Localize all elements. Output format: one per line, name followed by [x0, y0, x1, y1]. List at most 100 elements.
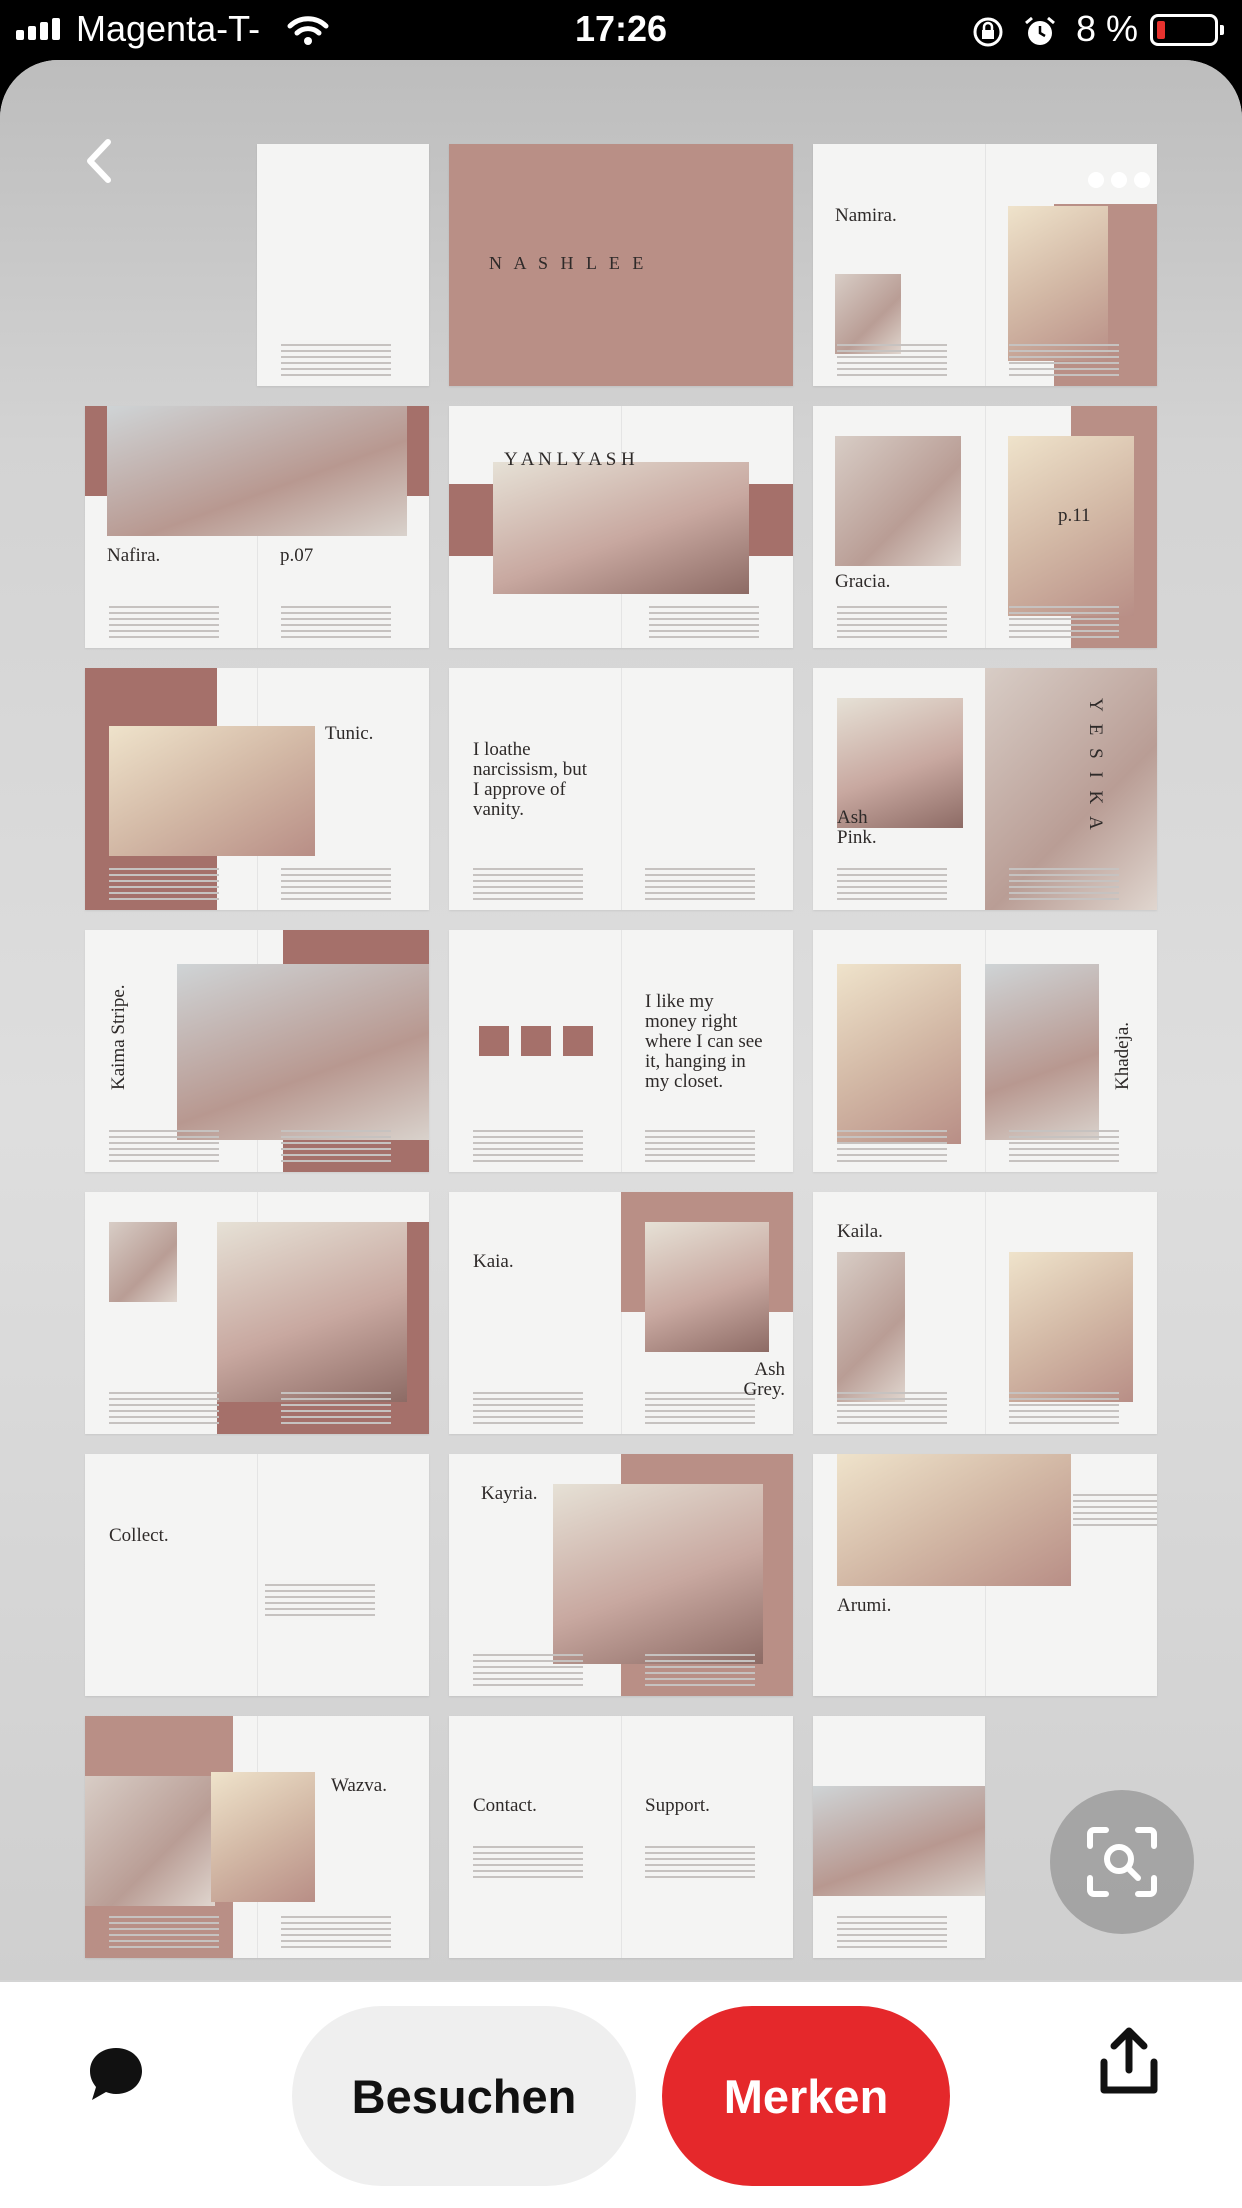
magazine-spread: Nashlee07. [257, 144, 429, 386]
body-text-lines [837, 606, 947, 640]
spread-title: I loathe narcissism, but I approve of va… [473, 739, 587, 820]
body-text-lines [109, 606, 219, 640]
body-text-lines [109, 868, 219, 902]
body-text-lines [281, 1916, 391, 1950]
body-text-lines [837, 868, 947, 902]
body-text-lines [1009, 1392, 1119, 1426]
model-photo [85, 1776, 215, 1906]
body-text-lines [645, 868, 755, 902]
magazine-spread: Ash Pink. Y E S I K A [813, 668, 1157, 910]
magazine-spread: Tunic. [85, 668, 429, 910]
body-text-lines [473, 1392, 583, 1426]
magazine-spread: Kaila. [813, 1192, 1157, 1434]
body-text-lines [1073, 1494, 1157, 1528]
body-text-lines [109, 1392, 219, 1426]
model-photo [1008, 206, 1108, 361]
body-text-lines [837, 1130, 947, 1164]
magazine-spread: Contact. Support. [449, 1716, 793, 1958]
battery-percent: 8 % [1076, 8, 1139, 49]
magazine-spread: I loathe narcissism, but I approve of va… [449, 668, 793, 910]
spread-title: Ash Grey. [743, 1359, 786, 1400]
back-chevron-icon[interactable] [78, 138, 124, 184]
more-options-icon[interactable] [1088, 170, 1150, 190]
magazine-spread [85, 1192, 429, 1434]
model-photo [837, 1252, 905, 1402]
model-photo [835, 274, 901, 354]
spread-title: p.07 [280, 545, 314, 566]
spread-title: Nafira. [107, 545, 161, 566]
spread-title: p.11 [1058, 505, 1091, 526]
model-photo [837, 1454, 1071, 1586]
magazine-spread: I like my money right where I can see it… [449, 930, 793, 1172]
body-text-lines [649, 606, 759, 640]
magazine-spread: Gracia. p.11 [813, 406, 1157, 648]
body-text-lines [645, 1654, 755, 1688]
magazine-spread: Collect. [85, 1454, 429, 1696]
model-photo [211, 1772, 315, 1902]
model-photo [107, 406, 407, 536]
spread-title: Khadeja. [1112, 1021, 1133, 1090]
magazine-spread: Wazva. [85, 1716, 429, 1958]
spread-title: Y E S I K A [1085, 698, 1106, 834]
visit-button[interactable]: Besuchen [292, 2006, 636, 2186]
comment-bubble-icon[interactable] [86, 2044, 146, 2104]
spread-title: Namira. [835, 205, 897, 226]
body-text-lines [281, 1130, 391, 1164]
spread-title: Tunic. [325, 723, 374, 744]
magazine-spread: Nafira. p.07 [85, 406, 429, 648]
body-text-lines [281, 344, 391, 378]
model-photo [553, 1484, 763, 1664]
body-text-lines [1009, 606, 1119, 640]
model-photo [1008, 436, 1134, 616]
model-photo [837, 964, 961, 1144]
body-text-lines [281, 1392, 391, 1426]
spread-title: Kaima Stripe. [108, 984, 129, 1090]
alarm-icon [1025, 16, 1055, 45]
body-text-lines [281, 868, 391, 902]
model-photo [217, 1222, 407, 1402]
body-text-lines [837, 1392, 947, 1426]
share-upload-icon[interactable] [1098, 2026, 1160, 2098]
spread-title: Support. [645, 1795, 710, 1816]
magazine-spread: Kaia. Ash Grey. [449, 1192, 793, 1434]
model-photo [645, 1222, 769, 1352]
magazine-spread: N A S H L E E [449, 144, 793, 386]
body-text-lines [1009, 868, 1119, 902]
model-photo [109, 1222, 177, 1302]
spread-title: Arumi. [837, 1595, 892, 1616]
magazine-spread: Khadeja. [813, 930, 1157, 1172]
status-bar: Magenta-T- 17:26 8 % [0, 0, 1242, 62]
visual-search-button[interactable] [1050, 1790, 1194, 1934]
body-text-lines [837, 1916, 947, 1950]
magazine-spread: Y A N L Y A S H [449, 406, 793, 648]
body-text-lines [473, 1654, 583, 1688]
spread-title: Kayria. [481, 1483, 538, 1504]
body-text-lines [1009, 344, 1119, 378]
magazine-spread: Kaima Stripe. [85, 930, 429, 1172]
pin-image[interactable]: Nashlee07. N A S H L E E Namira. Nafira. p.0… [0, 60, 1242, 1980]
body-text-lines [473, 1846, 583, 1880]
model-photo [177, 964, 429, 1140]
body-text-lines [109, 1130, 219, 1164]
spread-title: Kaila. [837, 1221, 883, 1242]
model-photo [813, 1786, 985, 1896]
rotation-lock-icon [973, 17, 1003, 47]
spread-title: Gracia. [835, 571, 891, 592]
save-button[interactable]: Merken [662, 2006, 950, 2186]
model-photo [985, 964, 1099, 1140]
spread-title: Ash Pink. [837, 807, 877, 848]
model-photo [493, 462, 749, 594]
spread-title: Wazva. [331, 1775, 387, 1796]
spread-title: Y A N L Y A S H [504, 449, 635, 470]
model-photo [109, 726, 315, 856]
spread-title: Kaia. [473, 1251, 514, 1272]
visual-search-icon [1087, 1827, 1157, 1897]
color-block [521, 1026, 551, 1056]
body-text-lines [473, 868, 583, 902]
spread-title: Collect. [109, 1525, 169, 1546]
model-photo [1009, 1252, 1133, 1402]
spread-title: N A S H L E E [489, 253, 648, 273]
magazine-spread: Kayria. [449, 1454, 793, 1696]
body-text-lines [645, 1846, 755, 1880]
body-text-lines [1009, 1130, 1119, 1164]
